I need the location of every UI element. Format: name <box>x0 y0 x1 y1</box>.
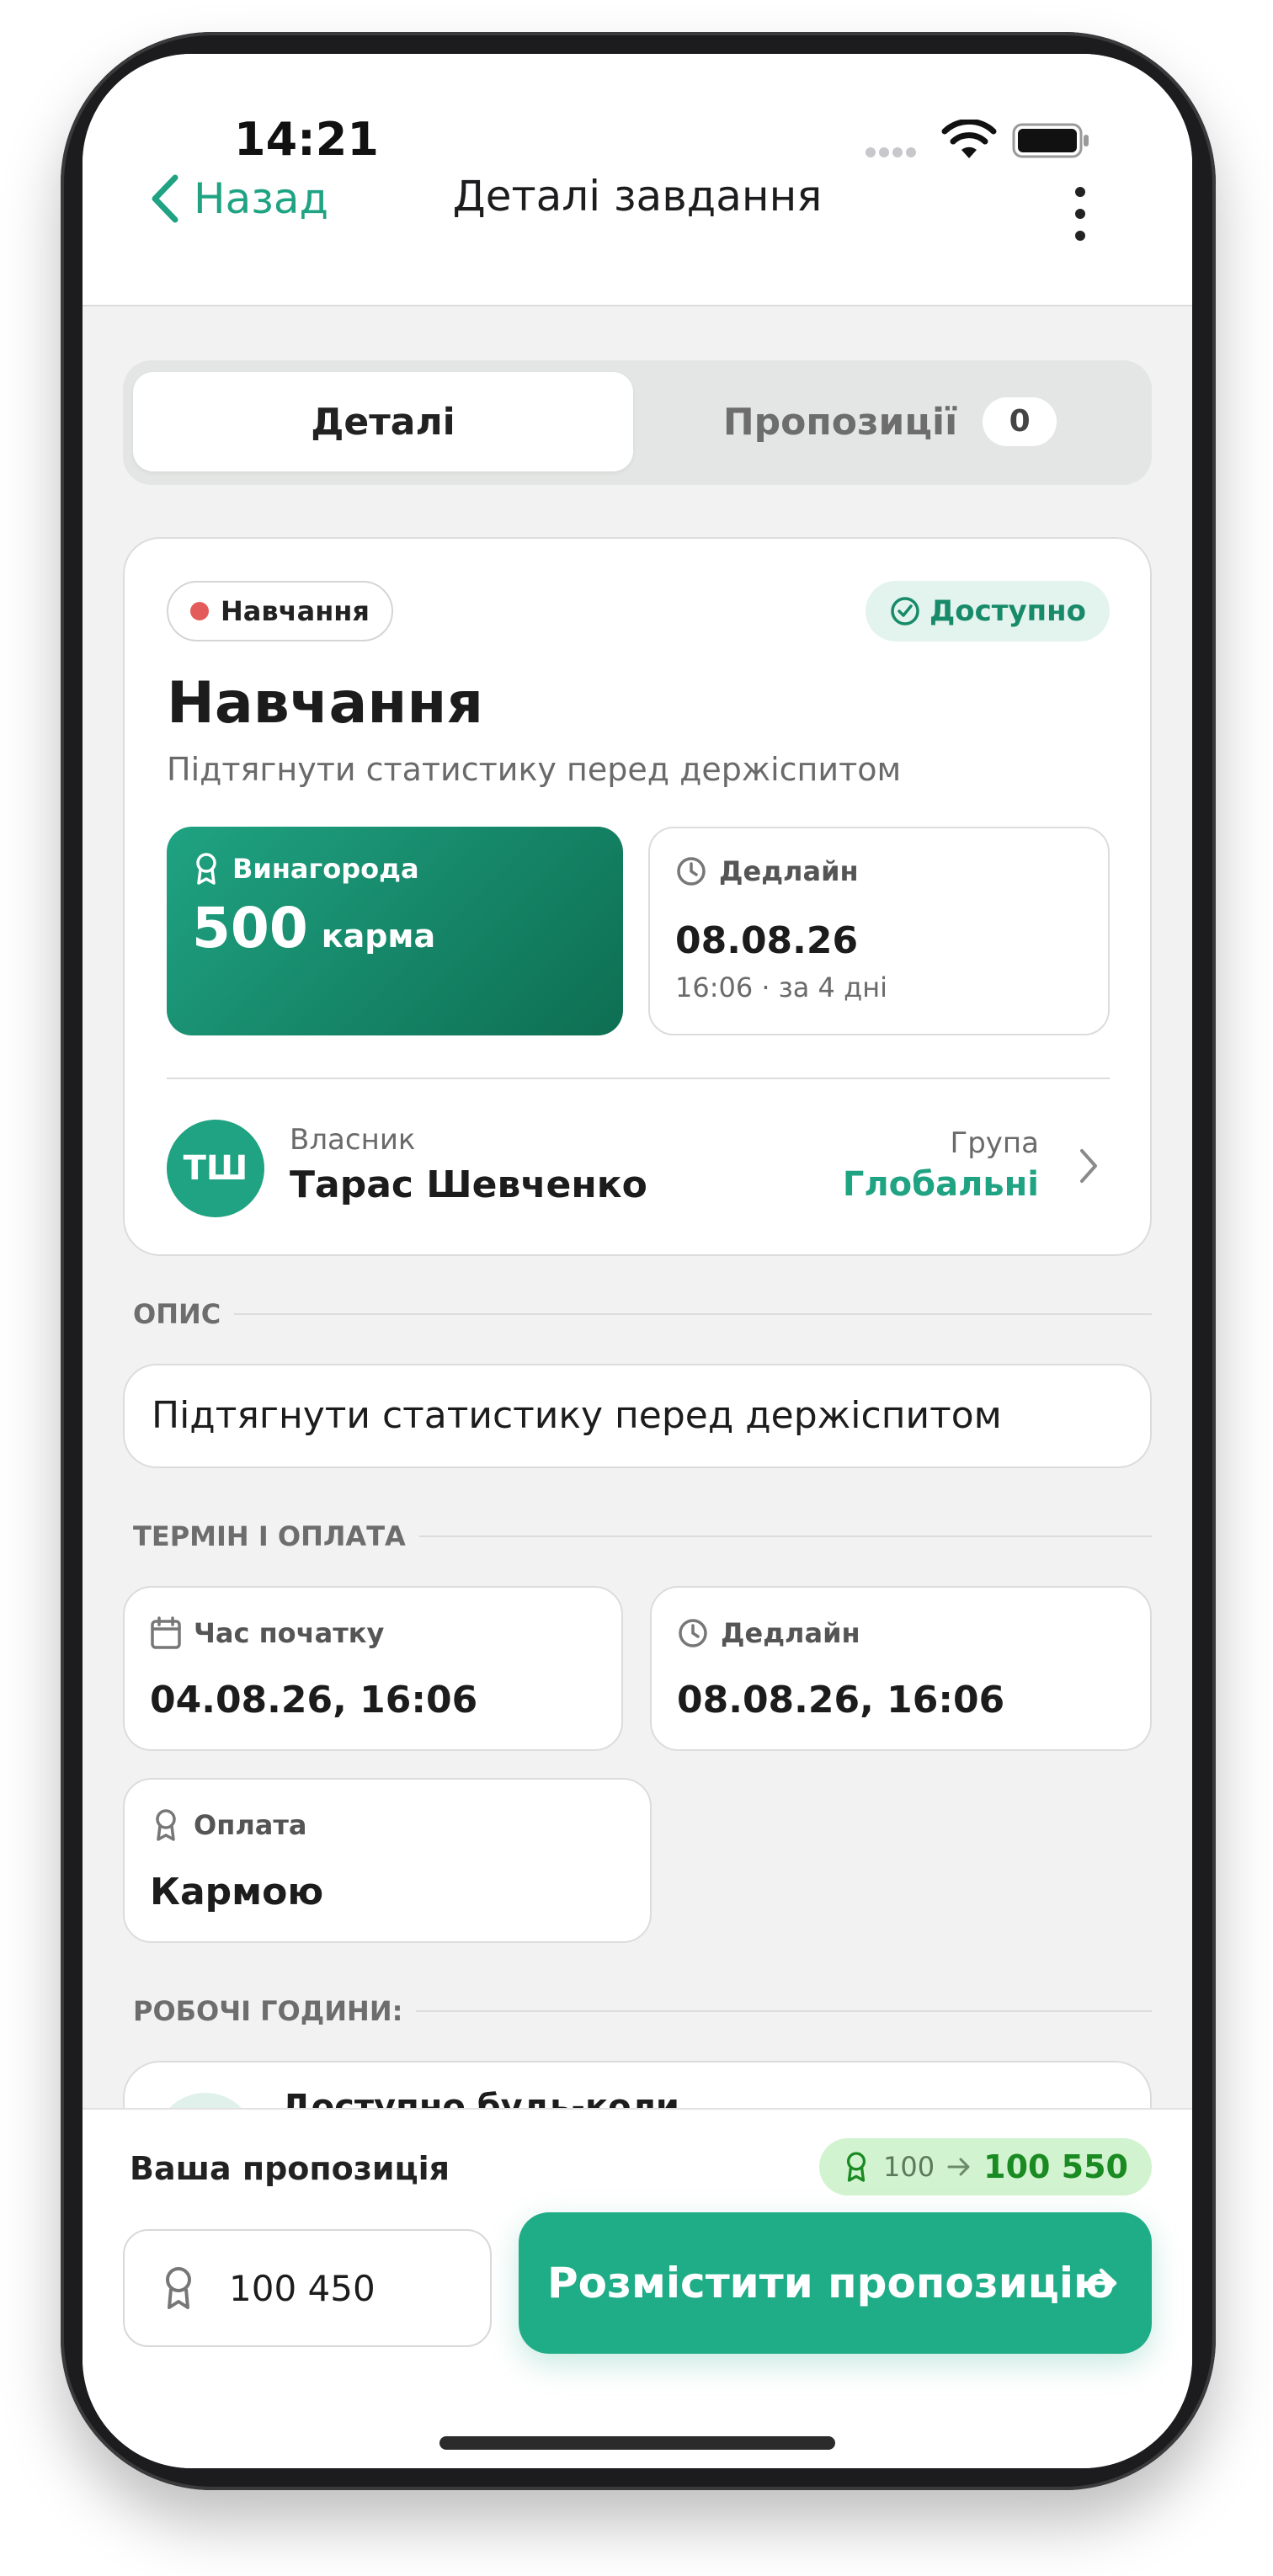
payment-label: Оплата <box>194 1809 307 1841</box>
status-badge: Доступно <box>865 581 1110 641</box>
category-label: Навчання <box>221 595 370 627</box>
deadline-date: 08.08.26 <box>675 919 859 962</box>
reward-value-row: 500 карма <box>192 896 435 961</box>
home-indicator[interactable] <box>439 2436 835 2450</box>
reward-label-row: Винагорода <box>192 852 419 886</box>
award-icon <box>166 2267 191 2309</box>
deadline-label: Дедлайн <box>719 855 859 887</box>
place-offer-button[interactable]: Розмістити пропозицію <box>519 2212 1152 2354</box>
divider <box>167 1078 1110 1079</box>
description-card: Підтягнути статистику перед держіспитом <box>123 1364 1152 1468</box>
tab-details[interactable]: Деталі <box>133 372 633 471</box>
offer-amount-input[interactable]: 100 450 <box>123 2229 492 2347</box>
arrow-right-icon <box>947 2158 970 2176</box>
deadline-label-row: Дедлайн <box>675 855 859 887</box>
start-label-row: Час початку <box>150 1616 384 1650</box>
clock-icon <box>679 1619 707 1647</box>
deadline-value: 08.08.26, 16:06 <box>677 1679 1005 1722</box>
status-label: Доступно <box>929 594 1086 628</box>
offer-amount-value: 100 450 <box>229 2267 376 2309</box>
tab-offers[interactable]: Пропозиції 0 <box>638 372 1142 471</box>
award-icon <box>156 1809 176 1841</box>
deadline-label-row: Дедлайн <box>677 1616 860 1650</box>
description-text: Підтягнути статистику перед держіспитом <box>152 1394 1002 1437</box>
place-offer-label: Розмістити пропозицію <box>547 2259 1115 2307</box>
deadline-box: Дедлайн 08.08.26 16:06 · за 4 дні <box>648 827 1110 1035</box>
task-card: Навчання Доступно Навчання Підтягнути ст… <box>123 537 1152 1256</box>
category-chip: Навчання <box>167 581 393 641</box>
payment-label-row: Оплата <box>150 1808 306 1842</box>
tab-offers-label: Пропозиції <box>722 400 958 444</box>
segmented-control: Деталі Пропозиції 0 <box>123 360 1152 485</box>
owner-name: Тарас Шевченко <box>290 1163 647 1206</box>
offer-sheet: Ваша пропозиція 100 100 550 100 450 Розм… <box>83 2108 1192 2468</box>
balance-from: 100 <box>883 2151 935 2183</box>
offers-count-badge: 0 <box>983 397 1057 446</box>
hours-heading-label: РОБОЧІ ГОДИНИ: <box>133 1995 403 2027</box>
status-bar: 14:21 <box>83 54 1192 166</box>
start-time-card: Час початку 04.08.26, 16:06 <box>123 1586 623 1751</box>
deadline-label: Дедлайн <box>721 1617 860 1649</box>
arrow-right-icon <box>1084 2268 1117 2298</box>
group-label: Група <box>950 1126 1039 1160</box>
screen: 14:21 Назад Деталі завдання Деталі Пропо… <box>83 54 1192 2468</box>
payment-card: Оплата Кармою <box>123 1778 652 1943</box>
deadline-subtext: 16:06 · за 4 дні <box>675 971 887 1003</box>
start-value: 04.08.26, 16:06 <box>150 1679 478 1722</box>
avatar: ТШ <box>167 1120 264 1217</box>
battery-icon <box>1012 123 1089 158</box>
task-title: Навчання <box>167 670 484 737</box>
hours-heading: РОБОЧІ ГОДИНИ: <box>133 1995 1152 2027</box>
calendar-icon <box>151 1616 181 1649</box>
award-icon <box>196 853 216 885</box>
group-link[interactable]: Глобальні <box>843 1165 1039 1204</box>
category-dot <box>190 602 209 620</box>
description-heading: ОПИС <box>133 1298 1152 1330</box>
chevron-right-icon[interactable] <box>1078 1147 1100 1185</box>
balance-to: 100 550 <box>983 2148 1128 2185</box>
reward-unit: карма <box>321 918 436 955</box>
offer-label: Ваша пропозиція <box>130 2150 450 2187</box>
reward-amount: 500 <box>192 896 308 961</box>
clock-icon <box>677 857 706 886</box>
owner-label: Власник <box>290 1123 416 1157</box>
description-heading-label: ОПИС <box>133 1298 221 1330</box>
term-heading-label: ТЕРМІН І ОПЛАТА <box>133 1520 406 1552</box>
more-vertical-icon[interactable] <box>1068 180 1093 247</box>
term-heading: ТЕРМІН І ОПЛАТА <box>133 1520 1152 1552</box>
payment-value: Кармою <box>150 1871 324 1913</box>
page-title: Деталі завдання <box>452 172 823 221</box>
reward-box: Винагорода 500 карма <box>167 827 623 1035</box>
start-label: Час початку <box>194 1617 385 1649</box>
task-subtitle: Підтягнути статистику перед держіспитом <box>167 751 902 788</box>
balance-badge: 100 100 550 <box>819 2138 1152 2195</box>
check-circle-icon <box>891 597 919 625</box>
deadline-card: Дедлайн 08.08.26, 16:06 <box>650 1586 1152 1751</box>
reward-label: Винагорода <box>232 853 419 885</box>
award-icon <box>846 2152 866 2182</box>
wifi-icon <box>941 120 997 158</box>
